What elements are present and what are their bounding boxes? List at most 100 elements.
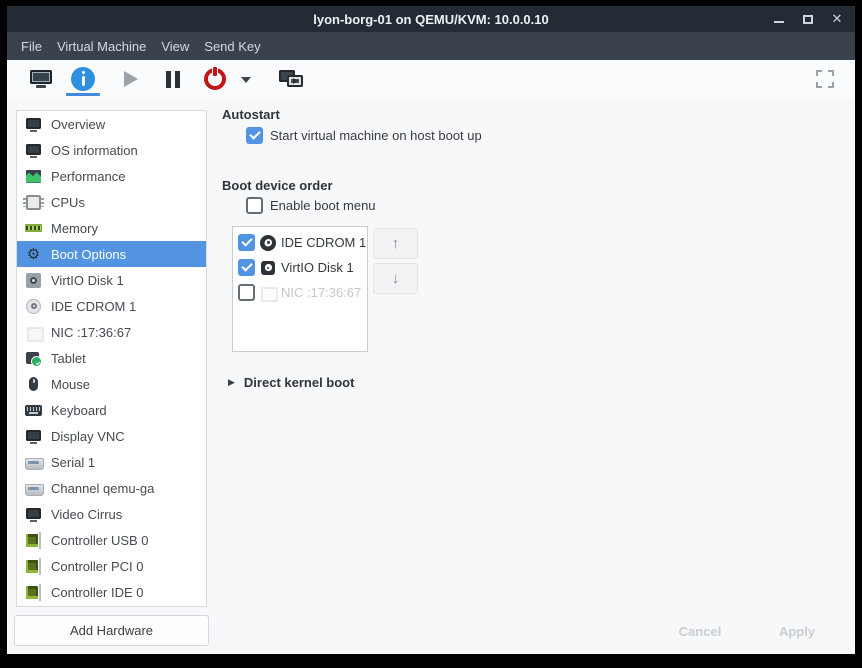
close-button[interactable]: ✕ <box>831 13 843 25</box>
cdrom-icon <box>260 235 276 251</box>
boot-device-row-ide-cdrom[interactable]: IDE CDROM 1 <box>238 230 367 255</box>
boot-device-checkbox[interactable] <box>238 234 255 251</box>
window-title: lyon-borg-01 on QEMU/KVM: 10.0.0.10 <box>7 12 855 27</box>
shutdown-button[interactable] <box>195 61 235 97</box>
monitor-icon <box>25 116 42 133</box>
caret-down-icon <box>241 77 251 83</box>
minimize-button[interactable] <box>773 13 785 25</box>
sidebar-item-virtio-disk-1[interactable]: VirtIO Disk 1 <box>17 267 206 293</box>
dual-monitor-icon <box>279 70 303 89</box>
sidebar-item-display-vnc[interactable]: Display VNC <box>17 423 206 449</box>
controller-card-icon <box>25 532 42 549</box>
mouse-icon <box>25 376 42 393</box>
boot-order-heading: Boot device order <box>222 178 333 193</box>
enable-boot-menu-label[interactable]: Enable boot menu <box>270 198 376 213</box>
sidebar-item-ide-cdrom-1[interactable]: IDE CDROM 1 <box>17 293 206 319</box>
boot-device-checkbox[interactable] <box>238 259 255 276</box>
fullscreen-icon <box>816 70 834 88</box>
arrow-down-icon: ↓ <box>392 270 400 287</box>
boot-device-row-virtio-disk[interactable]: VirtIO Disk 1 <box>238 255 367 280</box>
sidebar-item-serial-1[interactable]: Serial 1 <box>17 449 206 475</box>
window-controls: ✕ <box>773 6 843 32</box>
minimize-icon <box>774 21 784 23</box>
monitor-icon <box>25 506 42 523</box>
monitor-icon <box>25 428 42 445</box>
boot-device-row-nic[interactable]: NIC :17:36:67 <box>238 280 367 305</box>
boot-device-list: IDE CDROM 1 VirtIO Disk 1 NIC :17:36:67 <box>232 226 368 352</box>
cdrom-icon <box>25 298 42 315</box>
play-icon <box>124 71 138 87</box>
enable-boot-menu-checkbox[interactable] <box>246 197 263 214</box>
direct-kernel-boot-expander[interactable]: ▶ Direct kernel boot <box>228 375 354 390</box>
pause-icon <box>166 71 180 88</box>
sidebar-item-performance[interactable]: Performance <box>17 163 206 189</box>
keyboard-icon <box>25 402 42 419</box>
arrow-up-icon: ↑ <box>392 235 400 252</box>
fullscreen-button[interactable] <box>805 61 845 97</box>
menu-file[interactable]: File <box>21 39 42 54</box>
controller-card-icon <box>25 584 42 601</box>
menu-view[interactable]: View <box>161 39 189 54</box>
memory-icon <box>25 220 42 237</box>
sidebar-item-controller-pci-0[interactable]: Controller PCI 0 <box>17 553 206 579</box>
footer-actions: Cancel Apply <box>655 615 842 647</box>
nic-icon <box>25 324 42 341</box>
boot-device-checkbox[interactable] <box>238 284 255 301</box>
sidebar-item-video-cirrus[interactable]: Video Cirrus <box>17 501 206 527</box>
sidebar-item-controller-usb-0[interactable]: Controller USB 0 <box>17 527 206 553</box>
sidebar-item-channel-qemu-ga[interactable]: Channel qemu-ga <box>17 475 206 501</box>
autostart-checkbox-label[interactable]: Start virtual machine on host boot up <box>270 128 482 143</box>
menubar: File Virtual Machine View Send Key <box>7 32 855 60</box>
play-badge-icon <box>293 78 298 84</box>
open-vm-windows-button[interactable] <box>271 61 311 97</box>
move-up-button[interactable]: ↑ <box>373 228 418 259</box>
sidebar-item-cpus[interactable]: CPUs <box>17 189 206 215</box>
apply-button[interactable]: Apply <box>752 615 842 647</box>
sidebar-item-mouse[interactable]: Mouse <box>17 371 206 397</box>
autostart-checkbox[interactable] <box>246 127 263 144</box>
sidebar-item-boot-options[interactable]: ⚙ Boot Options <box>17 241 206 267</box>
sidebar-item-controller-ide-0[interactable]: Controller IDE 0 <box>17 579 206 605</box>
console-monitor-icon <box>30 70 52 88</box>
autostart-row: Start virtual machine on host boot up <box>246 127 482 144</box>
gear-icon: ⚙ <box>25 246 42 263</box>
show-console-button[interactable] <box>21 61 61 97</box>
cpu-chip-icon <box>26 195 41 210</box>
performance-chart-icon <box>25 168 42 185</box>
sidebar-item-tablet[interactable]: Tablet <box>17 345 206 371</box>
cancel-button[interactable]: Cancel <box>655 615 745 647</box>
pause-button[interactable] <box>153 61 193 97</box>
menu-send-key[interactable]: Send Key <box>204 39 260 54</box>
direct-kernel-boot-label: Direct kernel boot <box>244 375 355 390</box>
sidebar-item-memory[interactable]: Memory <box>17 215 206 241</box>
sidebar-item-os-information[interactable]: OS information <box>17 137 206 163</box>
hardware-list: Overview OS information Performance CPUs… <box>16 110 207 607</box>
monitor-icon <box>25 142 42 159</box>
sidebar-item-partial[interactable] <box>17 605 206 607</box>
sidebar-item-overview[interactable]: Overview <box>17 111 206 137</box>
nic-icon <box>260 285 276 301</box>
disk-icon <box>25 272 42 289</box>
show-details-button[interactable] <box>63 61 103 97</box>
main-area: Overview OS information Performance CPUs… <box>7 98 855 654</box>
toolbar <box>7 60 855 98</box>
vm-details-window: lyon-borg-01 on QEMU/KVM: 10.0.0.10 ✕ Fi… <box>7 6 855 654</box>
check-badge-icon <box>36 360 40 364</box>
run-button[interactable] <box>111 61 151 97</box>
triangle-right-icon: ▶ <box>228 377 235 388</box>
sidebar-item-keyboard[interactable]: Keyboard <box>17 397 206 423</box>
tablet-icon <box>25 350 42 367</box>
shutdown-menu-button[interactable] <box>235 61 257 97</box>
maximize-icon <box>803 15 813 24</box>
add-hardware-button[interactable]: Add Hardware <box>14 615 209 646</box>
serial-icon <box>25 454 42 471</box>
menu-virtual-machine[interactable]: Virtual Machine <box>57 39 146 54</box>
maximize-button[interactable] <box>802 13 814 25</box>
controller-card-icon <box>25 558 42 575</box>
serial-icon <box>25 480 42 497</box>
power-icon <box>204 68 226 90</box>
sidebar-item-nic[interactable]: NIC :17:36:67 <box>17 319 206 345</box>
enable-boot-menu-row: Enable boot menu <box>246 197 376 214</box>
move-down-button[interactable]: ↓ <box>373 263 418 294</box>
titlebar: lyon-borg-01 on QEMU/KVM: 10.0.0.10 ✕ <box>7 6 855 32</box>
